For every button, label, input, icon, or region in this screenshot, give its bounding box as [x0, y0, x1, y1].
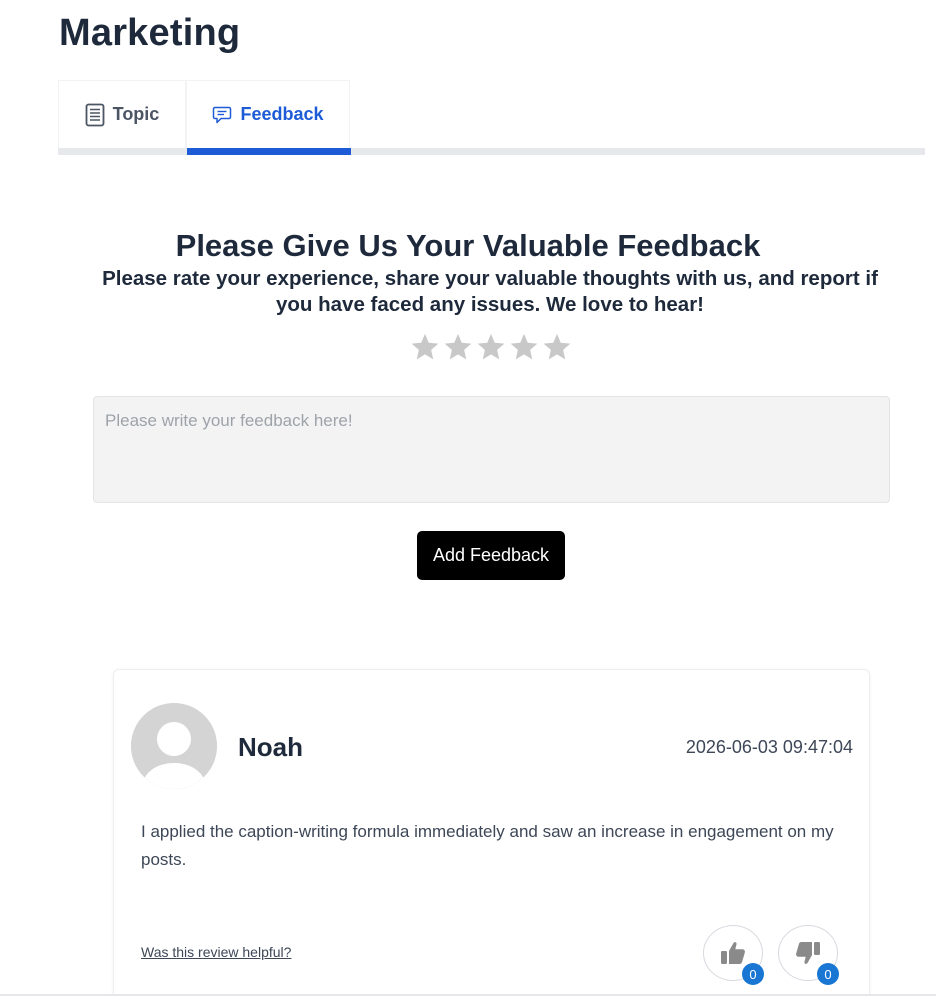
star-rating — [410, 332, 572, 362]
tab-label: Feedback — [240, 104, 324, 124]
chat-bubble-icon — [212, 105, 232, 125]
star-icon[interactable] — [410, 332, 440, 362]
page-title: Marketing — [59, 12, 241, 54]
document-icon — [85, 103, 105, 127]
star-icon[interactable] — [443, 332, 473, 362]
like-count: 0 — [742, 963, 764, 985]
tab-topic[interactable]: Topic — [58, 80, 186, 148]
review-date: 2026-06-03 09:47:04 — [685, 737, 853, 757]
feedback-heading: Please Give Us Your Valuable Feedback — [175, 228, 761, 263]
active-tab-indicator — [187, 148, 351, 155]
helpful-link[interactable]: Was this review helpful? — [141, 944, 291, 960]
thumbs-up-icon — [721, 942, 745, 964]
thumbs-down-icon — [796, 942, 820, 964]
user-silhouette-icon — [131, 703, 217, 789]
star-icon[interactable] — [476, 332, 506, 362]
review-card: Noah 2026-06-03 09:47:04 I applied the c… — [113, 669, 870, 996]
star-icon[interactable] — [542, 332, 572, 362]
star-icon[interactable] — [509, 332, 539, 362]
reviewer-name: Noah — [238, 732, 303, 762]
dislike-count: 0 — [817, 963, 839, 985]
review-text: I applied the caption-writing formula im… — [141, 822, 834, 869]
avatar — [131, 703, 217, 789]
tab-feedback[interactable]: Feedback — [186, 80, 351, 155]
feedback-textarea[interactable] — [93, 396, 890, 503]
add-feedback-button[interactable]: Add Feedback — [417, 531, 565, 580]
dislike-button[interactable]: 0 — [778, 925, 839, 985]
tab-bar: Topic Feedback — [58, 80, 925, 156]
feedback-subheading: Please rate your experience, share your … — [102, 267, 878, 316]
tab-label: Topic — [112, 104, 160, 124]
like-button[interactable]: 0 — [703, 925, 764, 985]
